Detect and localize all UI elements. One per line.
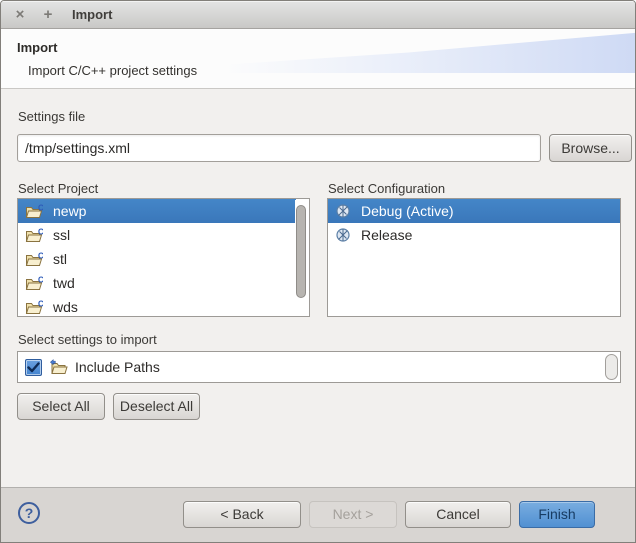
deselect-all-button[interactable]: Deselect All (113, 393, 200, 420)
configuration-row-debug[interactable]: Debug (Active) (328, 199, 620, 223)
import-settings-scrollbar-thumb[interactable] (605, 354, 618, 380)
include-paths-checkbox[interactable] (25, 359, 42, 376)
check-icon (27, 362, 40, 373)
include-paths-icon (49, 359, 68, 375)
include-paths-row[interactable]: Include Paths (18, 352, 620, 382)
project-row-stl[interactable]: C stl (18, 247, 296, 271)
project-row-ssl[interactable]: C ssl (18, 223, 296, 247)
import-setting-name: Include Paths (75, 359, 160, 375)
project-name: ssl (53, 227, 70, 243)
configuration-row-release[interactable]: Release (328, 223, 620, 247)
import-settings-list: Include Paths (17, 351, 621, 383)
svg-text:C: C (38, 252, 43, 261)
cancel-button[interactable]: Cancel (405, 501, 511, 528)
project-list-scrollbar-track[interactable] (295, 200, 308, 315)
wizard-header: Import Import C/C++ project settings (1, 29, 635, 89)
settings-file-input[interactable] (17, 134, 541, 162)
wizard-button-bar: ? < Back Next > Cancel Finish (1, 487, 635, 542)
project-name: stl (53, 251, 67, 267)
c-project-folder-icon: C (25, 300, 43, 315)
configuration-name: Debug (Active) (361, 203, 454, 219)
project-name: wds (53, 299, 78, 315)
configuration-name: Release (361, 227, 412, 243)
header-gradient-decoration (223, 32, 635, 73)
svg-text:C: C (38, 276, 43, 285)
finish-button[interactable]: Finish (519, 501, 595, 528)
import-wizard-dialog: × + Import Import Import C/C++ project s… (0, 0, 636, 543)
project-name: twd (53, 275, 75, 291)
project-row-wds[interactable]: C wds (18, 295, 296, 317)
back-button[interactable]: < Back (183, 501, 301, 528)
svg-text:C: C (38, 228, 43, 237)
build-config-icon (335, 203, 351, 219)
window-plus-icon[interactable]: + (39, 6, 57, 24)
window-close-icon[interactable]: × (11, 6, 29, 24)
wizard-title: Import (17, 40, 57, 55)
window-title: Import (72, 7, 112, 22)
project-name: newp (53, 203, 86, 219)
settings-file-label: Settings file (18, 109, 85, 124)
svg-text:C: C (38, 204, 43, 213)
project-list: C newp C ssl C stl C (17, 198, 310, 317)
c-project-folder-icon: C (25, 204, 43, 219)
titlebar[interactable]: × + Import (1, 1, 635, 29)
wizard-subtitle: Import C/C++ project settings (28, 63, 197, 78)
select-configuration-label: Select Configuration (328, 181, 445, 196)
select-settings-label: Select settings to import (18, 332, 157, 347)
build-config-icon (335, 227, 351, 243)
project-row-twd[interactable]: C twd (18, 271, 296, 295)
select-all-button[interactable]: Select All (17, 393, 105, 420)
project-list-scrollbar-thumb[interactable] (296, 205, 306, 298)
project-row-newp[interactable]: C newp (18, 199, 296, 223)
svg-text:C: C (38, 300, 43, 309)
c-project-folder-icon: C (25, 276, 43, 291)
c-project-folder-icon: C (25, 228, 43, 243)
c-project-folder-icon: C (25, 252, 43, 267)
browse-button[interactable]: Browse... (549, 134, 632, 162)
configuration-list: Debug (Active) Release (327, 198, 621, 317)
select-project-label: Select Project (18, 181, 98, 196)
help-icon[interactable]: ? (18, 502, 40, 524)
next-button[interactable]: Next > (309, 501, 397, 528)
